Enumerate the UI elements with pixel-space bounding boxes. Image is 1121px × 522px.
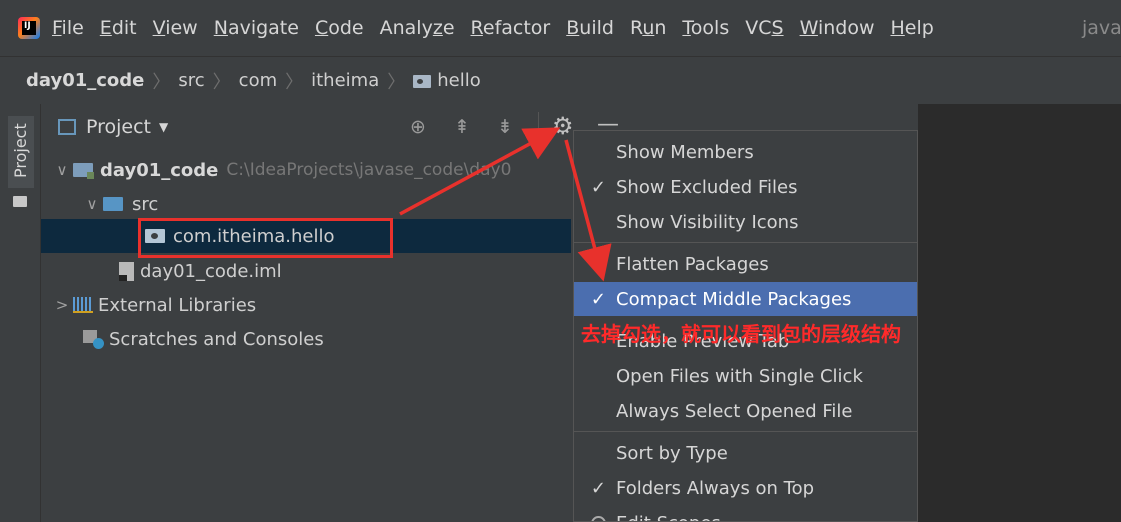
menu-item-show-visibility-icons[interactable]: Show Visibility Icons: [574, 205, 917, 239]
tree-item-src[interactable]: ∨ src: [41, 187, 571, 221]
editor-area[interactable]: [918, 104, 1121, 522]
tree-item-label: External Libraries: [98, 294, 257, 316]
menubar: IJ File Edit View Navigate Code Analyze …: [0, 0, 1121, 56]
project-view-icon: [58, 119, 76, 135]
menu-item-always-select-opened-file[interactable]: Always Select Opened File: [574, 394, 917, 428]
breadcrumb-item-src[interactable]: src: [178, 70, 204, 91]
chevron-down-icon[interactable]: ∨: [81, 195, 103, 213]
iml-file-icon: [119, 261, 134, 281]
left-tool-strip: Project: [0, 104, 41, 522]
chevron-down-icon[interactable]: ▼: [159, 120, 168, 134]
chevron-right-icon: 〉: [387, 71, 406, 93]
menu-build[interactable]: Build: [566, 17, 614, 39]
project-tool-window-tab[interactable]: Project: [8, 116, 34, 188]
chevron-right-icon: 〉: [212, 71, 231, 93]
tree-item-iml[interactable]: day01_code.iml: [41, 254, 571, 288]
menu-help[interactable]: Help: [890, 17, 933, 39]
menu-analyze[interactable]: Analyze: [380, 17, 455, 39]
menu-separator: [574, 242, 917, 243]
collapse-all-icon[interactable]: ⇟: [497, 116, 513, 138]
tree-item-label: day01_code.iml: [140, 260, 282, 282]
scratches-icon: [83, 329, 104, 349]
chevron-right-icon: 〉: [152, 71, 171, 93]
menu-item-folders-always-on-top[interactable]: ✓ Folders Always on Top: [574, 471, 917, 505]
menu-navigate[interactable]: Navigate: [214, 17, 299, 39]
project-tab-label: Project: [11, 123, 30, 178]
menu-item-flatten-packages[interactable]: Flatten Packages: [574, 247, 917, 281]
header-divider: [538, 112, 539, 140]
window-project-name: java: [1082, 17, 1121, 39]
package-folder-icon: [413, 75, 432, 88]
tree-item-label: day01_code: [100, 159, 219, 181]
chevron-down-icon[interactable]: ∨: [51, 161, 73, 179]
scopes-icon: [591, 515, 606, 521]
menu-vcs[interactable]: VCS: [745, 17, 783, 39]
project-view-selector[interactable]: Project: [86, 116, 151, 138]
menu-edit[interactable]: Edit: [100, 17, 137, 39]
menu-tools[interactable]: Tools: [682, 17, 729, 39]
intellij-logo-icon: IJ: [18, 17, 40, 39]
chevron-right-icon[interactable]: >: [51, 296, 73, 314]
checkmark-icon: ✓: [590, 477, 606, 499]
breadcrumb-item-day01-code[interactable]: day01_code: [26, 70, 144, 91]
menu-item-edit-scopes[interactable]: Edit Scopes: [574, 506, 917, 521]
menu-separator: [574, 431, 917, 432]
annotation-highlight-box: [138, 218, 393, 258]
source-folder-icon: [103, 197, 123, 211]
checkmark-icon: ✓: [590, 176, 606, 198]
menu-code[interactable]: Code: [315, 17, 364, 39]
menu-file[interactable]: File: [52, 17, 84, 39]
breadcrumb-item-hello[interactable]: hello: [437, 70, 481, 91]
expand-all-icon[interactable]: ⇞: [454, 116, 470, 138]
menu-item-sort-by-type[interactable]: Sort by Type: [574, 436, 917, 470]
breadcrumb: day01_code 〉 src 〉 com 〉 itheima 〉 hello: [0, 56, 1121, 104]
breadcrumb-item-com[interactable]: com: [239, 70, 277, 91]
folder-icon[interactable]: [13, 196, 27, 207]
menu-refactor[interactable]: Refactor: [471, 17, 551, 39]
annotation-text: 去掉勾选，就可以看到包的层级结构: [581, 322, 901, 346]
library-icon: [73, 297, 93, 313]
locate-target-icon[interactable]: ⊕: [410, 116, 426, 138]
chevron-right-icon: 〉: [285, 71, 304, 93]
menu-item-show-members[interactable]: Show Members: [574, 135, 917, 169]
gear-icon[interactable]: ⚙: [552, 112, 574, 140]
menu-item-compact-middle-packages[interactable]: ✓ Compact Middle Packages: [574, 282, 917, 316]
tree-item-external-libraries[interactable]: > External Libraries: [41, 288, 571, 322]
breadcrumb-item-itheima[interactable]: itheima: [311, 70, 379, 91]
tree-item-label: Scratches and Consoles: [109, 328, 324, 350]
tree-item-label: src: [132, 193, 159, 215]
menu-run[interactable]: Run: [630, 17, 666, 39]
menu-item-open-files-single-click[interactable]: Open Files with Single Click: [574, 359, 917, 393]
checkmark-icon: ✓: [590, 288, 606, 310]
tree-item-module-root[interactable]: ∨ day01_code C:\IdeaProjects\javase_code…: [41, 153, 571, 187]
module-folder-icon: [73, 163, 94, 179]
menu-window[interactable]: Window: [800, 17, 875, 39]
menu-view[interactable]: View: [153, 17, 198, 39]
tree-item-scratches[interactable]: Scratches and Consoles: [41, 322, 571, 356]
module-path-hint: C:\IdeaProjects\javase_code\day0: [226, 160, 512, 180]
menu-item-show-excluded-files[interactable]: ✓ Show Excluded Files: [574, 170, 917, 204]
